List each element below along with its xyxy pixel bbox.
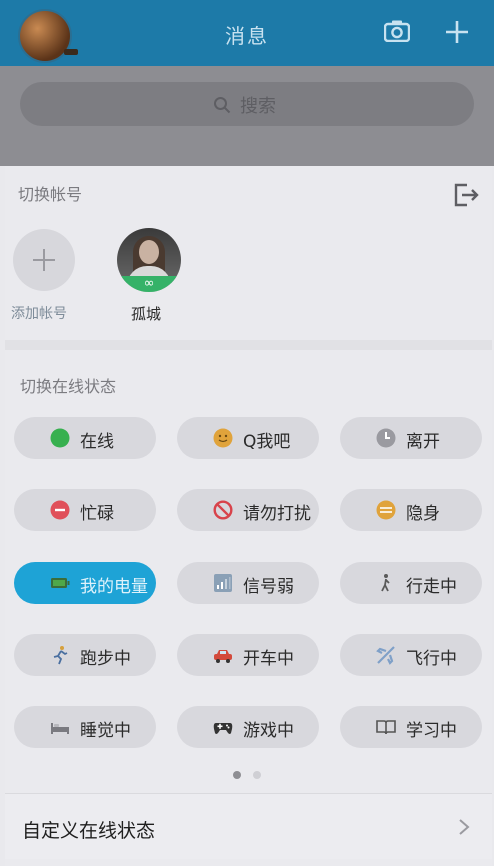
add-account-button[interactable] bbox=[13, 229, 75, 291]
status-chip-label: 隐身 bbox=[406, 504, 440, 524]
hidden-circle-icon bbox=[376, 500, 396, 520]
status-chip-label: 请勿打扰 bbox=[243, 504, 311, 524]
status-chip[interactable]: 游戏中 bbox=[177, 706, 319, 748]
status-chip[interactable]: 隐身 bbox=[340, 489, 482, 531]
status-chip[interactable]: 信号弱 bbox=[177, 562, 319, 604]
running-icon bbox=[50, 645, 70, 665]
status-chip-label: 在线 bbox=[80, 432, 114, 452]
status-chip-label: 飞行中 bbox=[406, 649, 457, 669]
plus-icon[interactable] bbox=[444, 19, 470, 45]
page-title: 消息 bbox=[225, 24, 269, 48]
walking-icon bbox=[376, 573, 396, 593]
status-chip[interactable]: 飞行中 bbox=[340, 634, 482, 676]
status-chip[interactable]: Q我吧 bbox=[177, 417, 319, 459]
status-chip-label: 游戏中 bbox=[243, 721, 294, 741]
switch-status-label: 切换在线状态 bbox=[20, 377, 117, 396]
custom-status-label: 自定义在线状态 bbox=[22, 820, 156, 842]
status-chip-label: 我的电量 bbox=[80, 577, 148, 597]
status-chip-label: 行走中 bbox=[406, 577, 457, 597]
switch-account-label: 切换帐号 bbox=[18, 185, 83, 204]
add-account-label: 添加帐号 bbox=[11, 306, 67, 322]
top-bar: 消息 bbox=[0, 0, 494, 66]
plus-icon bbox=[33, 249, 55, 271]
status-chip-label: 离开 bbox=[406, 432, 440, 452]
status-chip[interactable]: 学习中 bbox=[340, 706, 482, 748]
search-placeholder: 搜索 bbox=[240, 96, 276, 117]
status-chip[interactable]: 跑步中 bbox=[14, 634, 156, 676]
status-chip[interactable]: 我的电量 bbox=[14, 562, 156, 604]
page-dot-active bbox=[233, 771, 241, 779]
custom-status-row[interactable]: 自定义在线状态 bbox=[5, 793, 492, 859]
status-chip[interactable]: 行走中 bbox=[340, 562, 482, 604]
gamepad-icon bbox=[213, 717, 233, 737]
section-divider bbox=[5, 340, 492, 350]
status-chip[interactable]: 在线 bbox=[14, 417, 156, 459]
status-chip-label: 忙碌 bbox=[80, 504, 114, 524]
status-chip-label: Q我吧 bbox=[243, 432, 291, 452]
status-chip[interactable]: 忙碌 bbox=[14, 489, 156, 531]
status-chip[interactable]: 开车中 bbox=[177, 634, 319, 676]
clock-icon bbox=[376, 428, 396, 448]
battery-icon bbox=[50, 573, 70, 593]
status-chip[interactable]: 离开 bbox=[340, 417, 482, 459]
logout-icon[interactable] bbox=[452, 181, 480, 209]
minus-circle-icon bbox=[50, 500, 70, 520]
status-chip-label: 学习中 bbox=[406, 721, 457, 741]
no-entry-icon bbox=[213, 500, 233, 520]
status-chip-label: 跑步中 bbox=[80, 649, 131, 669]
status-chip-label: 开车中 bbox=[243, 649, 294, 669]
camera-icon[interactable] bbox=[384, 20, 410, 42]
green-dot-icon bbox=[50, 428, 70, 448]
smile-face-icon bbox=[213, 428, 233, 448]
signal-icon bbox=[213, 573, 233, 593]
page-dot bbox=[253, 771, 261, 779]
account-name: 孤城 bbox=[131, 305, 162, 323]
online-infinity-badge: ∞ bbox=[143, 276, 155, 291]
car-icon bbox=[213, 645, 233, 665]
book-icon bbox=[376, 717, 396, 737]
status-chip[interactable]: 请勿打扰 bbox=[177, 489, 319, 531]
bed-icon bbox=[50, 717, 70, 737]
chevron-right-icon bbox=[459, 819, 470, 835]
account-avatar[interactable]: ∞ bbox=[117, 228, 181, 292]
status-chip-label: 睡觉中 bbox=[80, 721, 131, 741]
airplane-icon bbox=[376, 645, 396, 665]
status-chip[interactable]: 睡觉中 bbox=[14, 706, 156, 748]
status-chip-label: 信号弱 bbox=[243, 577, 294, 597]
